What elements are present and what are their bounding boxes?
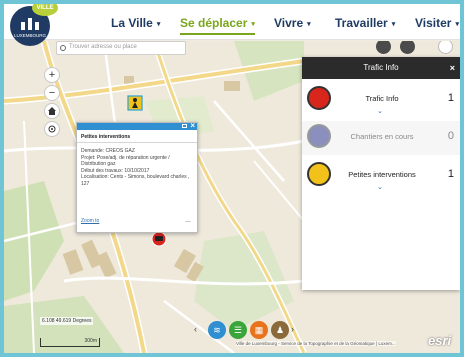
maximize-icon[interactable] — [182, 124, 187, 128]
row-label: Chantiers en cours — [350, 132, 414, 141]
scale-bar: 300m — [40, 338, 100, 347]
list-icon[interactable]: ☰ — [229, 321, 247, 339]
panel-row-trafic-info[interactable]: Trafic Info 1 ⌄ — [302, 83, 460, 117]
toolbar-prev-arrow[interactable]: ‹ — [194, 324, 197, 334]
zoom-in-button[interactable]: + — [44, 67, 60, 83]
construction-sign-icon — [307, 124, 331, 148]
panel-title: Trafic Info — [363, 63, 399, 72]
app-frame: La Ville ▾ Se déplacer ▾ Vivre ▾ Travailler… — [0, 0, 464, 357]
close-popup-icon[interactable]: × — [190, 121, 195, 130]
crosshair-icon — [48, 125, 56, 133]
map-view[interactable]: Trouver adresse ou place + − × Petites i… — [4, 41, 460, 353]
nav-item-visiter[interactable]: Visiter ▾ — [415, 16, 459, 30]
layers-icon[interactable]: ≋ — [208, 321, 226, 339]
panel-row-petites-interventions[interactable]: Petites interventions 1 ⌄ — [302, 159, 460, 193]
row-count: 0 — [447, 130, 454, 142]
nav-item-se-deplacer[interactable]: Se déplacer ▾ — [180, 16, 255, 35]
logo-towers-icon — [21, 18, 39, 30]
nav-item-vivre[interactable]: Vivre ▾ — [274, 16, 311, 30]
popup-body: Demande: CREOS GAZ Projet: Pose/adj. de … — [77, 143, 197, 187]
popup-line: Projet: Pose/adj. de réparation urgente … — [81, 154, 170, 168]
more-options-icon[interactable]: ... — [185, 217, 191, 224]
info-popup: × Petites interventions Demande: CREOS G… — [76, 121, 198, 233]
map-toolbar: ‹ ≋ ☰ ▦ ♟ › — [192, 319, 296, 341]
legend-icon[interactable]: ▦ — [250, 321, 268, 339]
home-icon — [48, 107, 56, 115]
row-label: Petites interventions — [348, 170, 416, 179]
city-logo[interactable]: VILLE LUXEMBOURG — [10, 4, 58, 46]
nav-item-la-ville[interactable]: La Ville ▾ — [111, 16, 160, 30]
search-input[interactable]: Trouver adresse ou place — [56, 41, 186, 55]
popup-title: Petites interventions — [77, 130, 197, 143]
logo-ribbon: VILLE — [32, 4, 58, 16]
traffic-info-panel: Trafic Info × Trafic Info 1 ⌄ Chantiers … — [302, 57, 460, 290]
car-alert-icon — [307, 86, 331, 110]
row-count: 1 — [447, 168, 454, 180]
popup-header: × — [77, 121, 197, 130]
map-attribution: Ville de Luxembourg - Service de la Topo… — [236, 341, 396, 346]
chevron-down-icon[interactable]: ⌄ — [377, 183, 383, 191]
traffic-marker-icon[interactable] — [151, 231, 167, 247]
search-placeholder: Trouver adresse ou place — [69, 44, 137, 50]
zoom-to-link[interactable]: Zoom to — [81, 218, 99, 224]
worker-marker-icon[interactable] — [127, 95, 143, 111]
row-count: 1 — [447, 92, 454, 104]
worker-icon — [307, 162, 331, 186]
toolbar-next-arrow[interactable]: › — [291, 324, 294, 334]
search-icon — [60, 45, 66, 51]
panel-header: Trafic Info × — [302, 57, 460, 79]
top-navigation: La Ville ▾ Se déplacer ▾ Vivre ▾ Travailler… — [4, 4, 460, 40]
nav-item-travailler[interactable]: Travailler ▾ — [335, 16, 395, 30]
zoom-out-button[interactable]: − — [44, 85, 60, 101]
esri-logo: esri — [428, 333, 452, 348]
person-icon[interactable]: ♟ — [271, 321, 289, 339]
popup-line: Localisation: Cents - Simons, boulevard … — [81, 174, 190, 187]
logo-caption: LUXEMBOURG — [14, 33, 47, 38]
home-button[interactable] — [44, 103, 60, 119]
panel-row-chantiers[interactable]: Chantiers en cours 0 — [302, 121, 460, 155]
close-panel-icon[interactable]: × — [450, 57, 455, 79]
row-label: Trafic Info — [365, 94, 399, 103]
chevron-down-icon[interactable]: ⌄ — [377, 107, 383, 115]
locate-button[interactable] — [44, 121, 60, 137]
coordinates-readout: 6.108 49.619 Degrees — [40, 317, 94, 325]
